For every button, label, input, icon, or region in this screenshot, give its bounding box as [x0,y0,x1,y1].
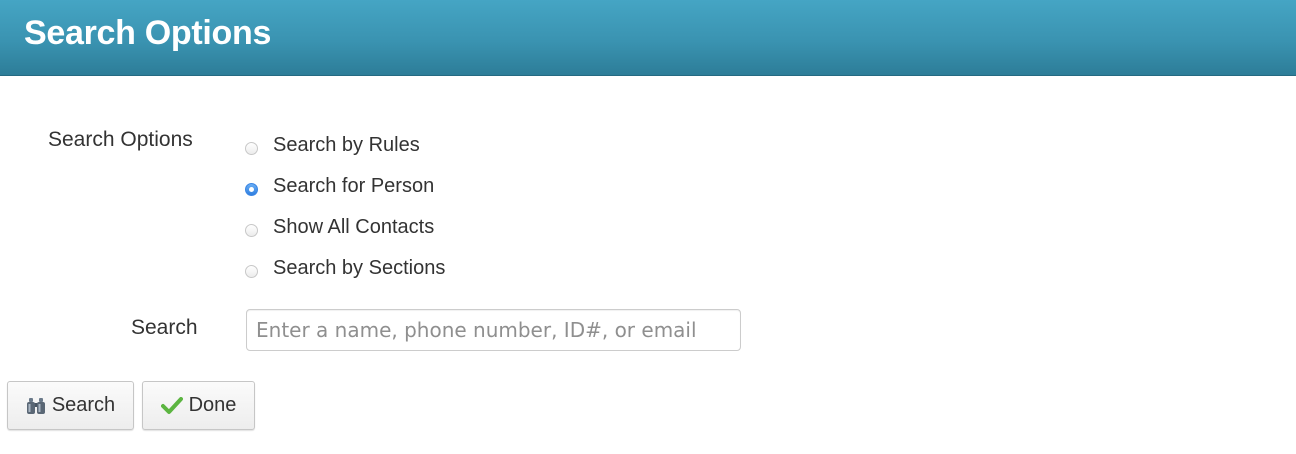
done-button-label: Done [188,394,237,416]
page-title: Search Options [24,14,272,52]
radio-button[interactable] [245,141,258,155]
search-button-label: Search [51,394,116,416]
radio-button[interactable] [245,264,258,278]
binoculars-icon [26,397,46,415]
done-button[interactable]: Done [142,381,255,430]
radio-label: Search for Person [273,174,435,197]
radio-label: Search by Rules [273,133,420,156]
search-field-label: Search [131,316,198,339]
search-button[interactable]: Search [7,381,134,430]
radio-label: Search by Sections [273,256,446,279]
page-header: Search Options [0,0,1296,76]
radio-option-show-all-contacts[interactable]: Show All Contacts [245,214,434,240]
radio-option-search-for-person[interactable]: Search for Person [245,173,434,199]
radio-button-selected[interactable] [245,182,258,196]
radio-button[interactable] [245,223,258,237]
checkmark-icon [160,396,183,415]
radio-option-search-by-sections[interactable]: Search by Sections [245,255,445,281]
radio-option-search-by-rules[interactable]: Search by Rules [245,132,420,158]
radio-label: Show All Contacts [273,215,435,238]
search-input[interactable] [246,309,741,351]
search-options-label: Search Options [48,128,193,151]
